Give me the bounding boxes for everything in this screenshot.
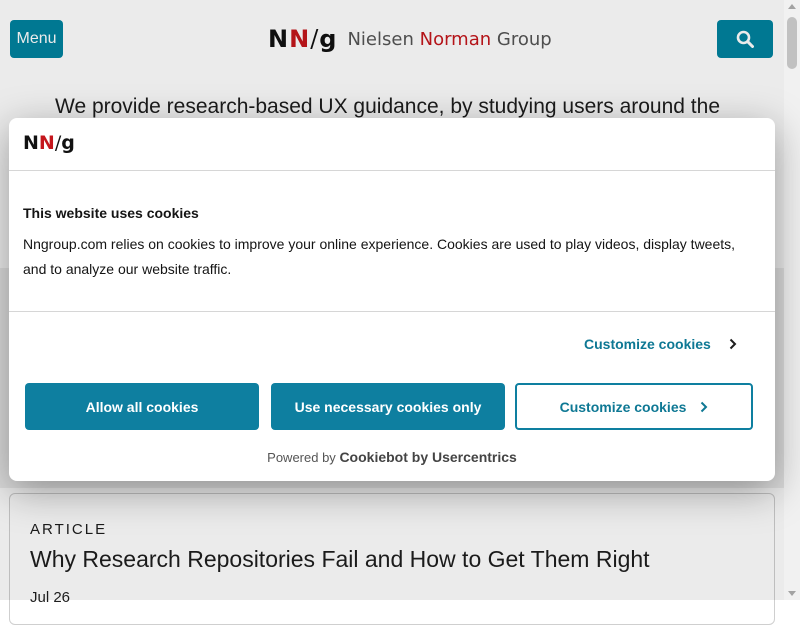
necessary-cookies-only-button[interactable]: Use necessary cookies only [271, 383, 505, 430]
allow-all-cookies-button[interactable]: Allow all cookies [25, 383, 259, 430]
customize-cookies-link-label: Customize cookies [584, 336, 711, 352]
chevron-right-icon [701, 401, 708, 412]
dialog-divider-middle [9, 311, 775, 312]
scrollbar[interactable] [784, 0, 800, 600]
cookie-consent-dialog: NN/g This website uses cookies Nngroup.c… [9, 118, 775, 481]
dialog-divider-top [9, 170, 775, 171]
customize-cookies-button-label: Customize cookies [559, 398, 687, 415]
dialog-logo-g: g [61, 132, 75, 154]
powered-by: Powered by Cookiebot by Usercentrics [9, 449, 775, 465]
scroll-up-arrow-icon[interactable] [788, 4, 796, 9]
dialog-body: Nngroup.com relies on cookies to improve… [23, 236, 736, 277]
powered-by-prefix: Powered by [267, 450, 336, 465]
dialog-heading: This website uses cookies [23, 205, 199, 221]
scroll-down-arrow-icon[interactable] [788, 591, 796, 596]
customize-cookies-link[interactable]: Customize cookies [584, 336, 737, 352]
customize-cookies-button[interactable]: Customize cookies [515, 383, 753, 430]
powered-by-brand[interactable]: Cookiebot by Usercentrics [339, 449, 516, 465]
dialog-logo: NN/g [23, 132, 75, 154]
scroll-thumb[interactable] [787, 17, 797, 69]
chevron-right-icon [729, 338, 737, 350]
dialog-logo-nn: NN [23, 132, 55, 154]
